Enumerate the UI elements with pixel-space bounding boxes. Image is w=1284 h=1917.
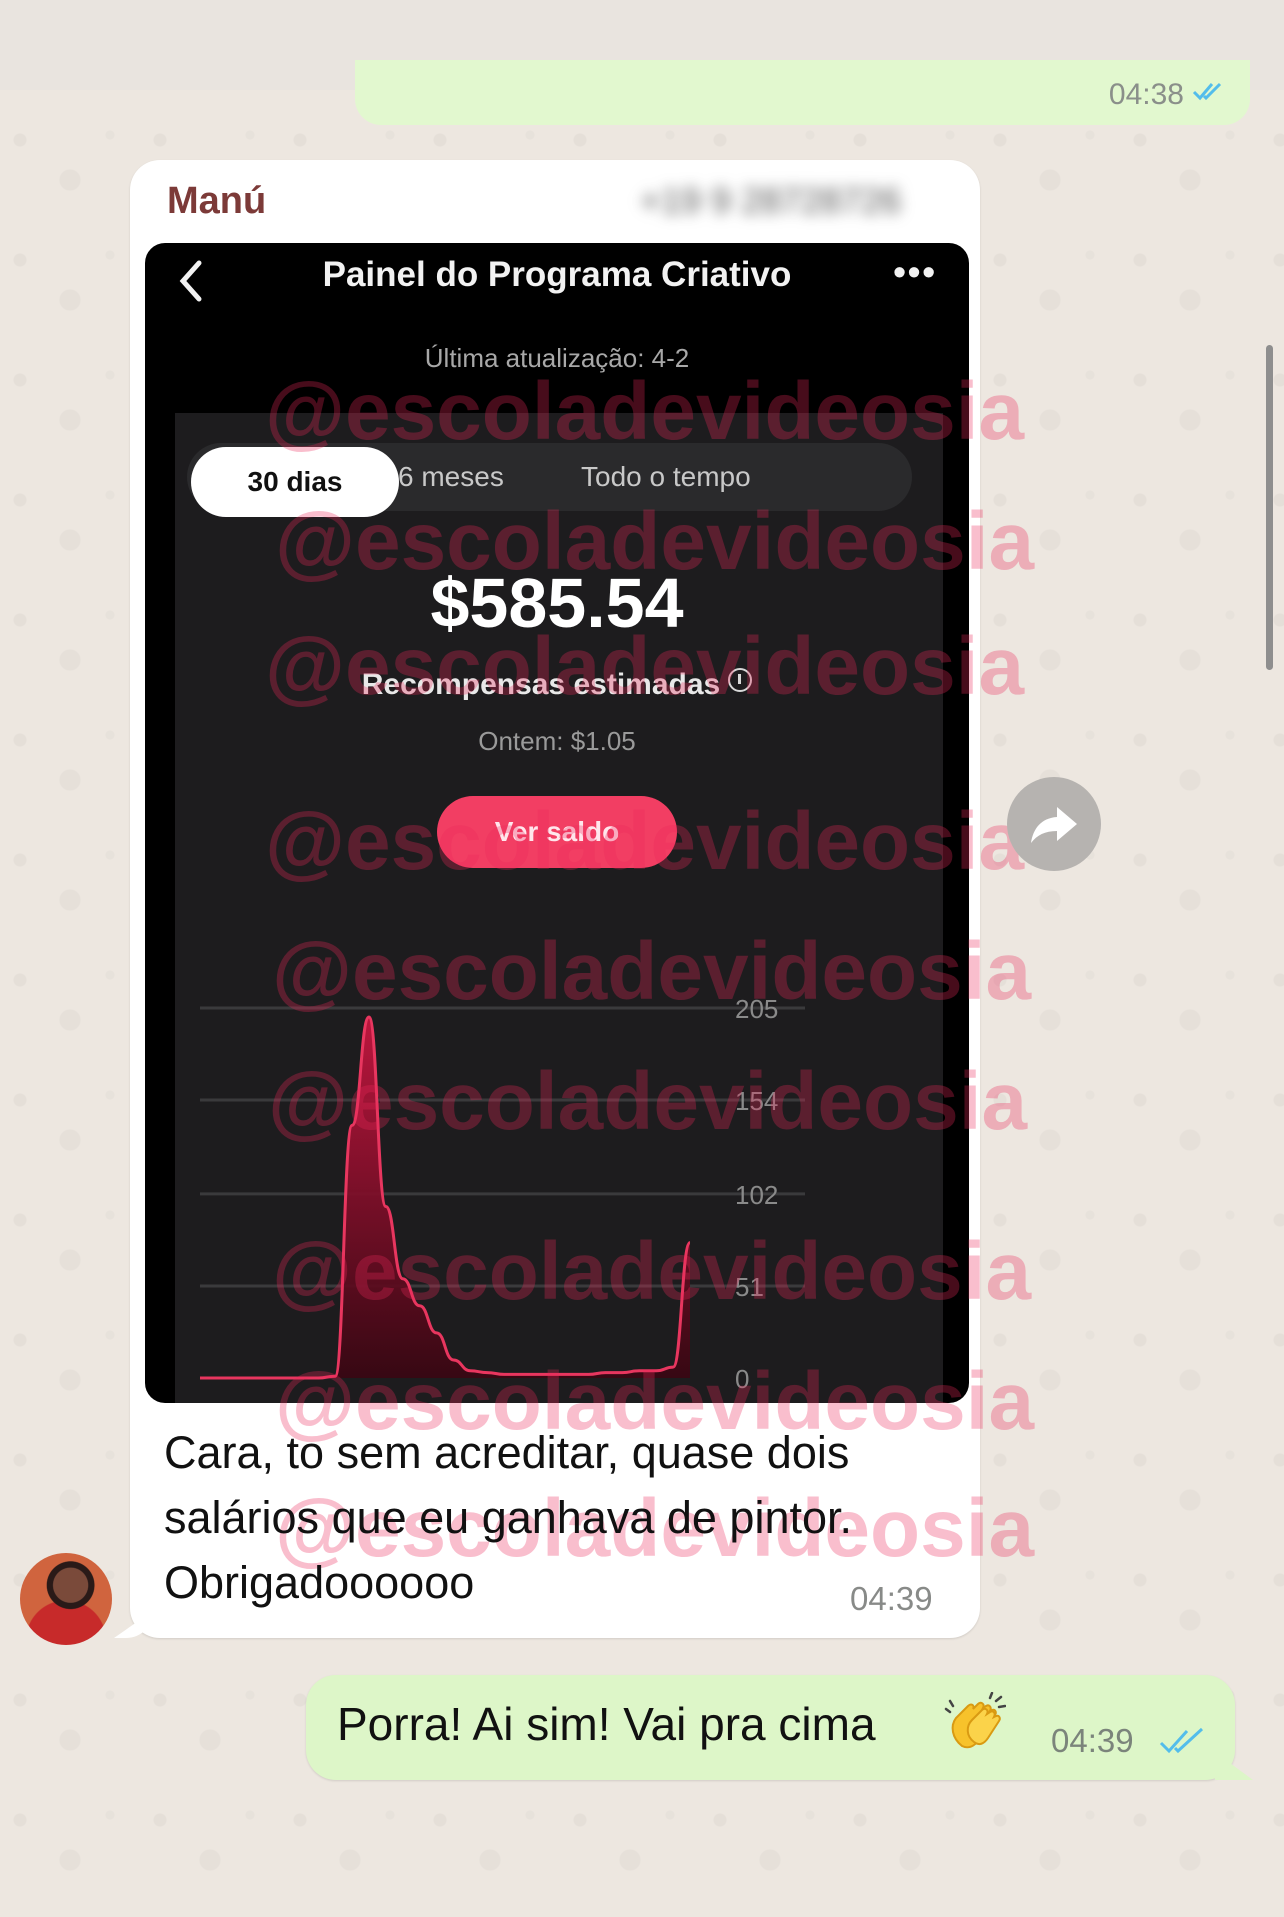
double-check-read-icon (1159, 1727, 1204, 1754)
incoming-message-text: Cara, to sem acreditar, quase dois salár… (164, 1420, 964, 1615)
watermark-text: @escoladevideosia (265, 366, 1025, 457)
watermark-text: @escoladevideosia (265, 621, 1025, 712)
message-line: Cara, to sem acreditar, quase dois (164, 1427, 850, 1478)
incoming-message-time: 04:39 (850, 1580, 933, 1617)
scrollbar[interactable] (1266, 345, 1273, 670)
outgoing-message-text: Porra! Ai sim! Vai pra cima (337, 1698, 876, 1750)
previous-message-time: 04:38 (1108, 78, 1184, 111)
tab-6-meses: 6 meses (398, 461, 504, 492)
forward-button[interactable] (1007, 777, 1101, 871)
outgoing-message-time: 04:39 (1051, 1722, 1134, 1759)
message-line: salários que eu ganhava de pintor. (164, 1492, 853, 1543)
contact-avatar[interactable] (20, 1553, 112, 1645)
message-line: Obrigadoooooo (164, 1557, 475, 1608)
tab-todo-o-tempo: Todo o tempo (581, 461, 751, 492)
watermark-text: @escoladevideosia (272, 926, 1032, 1017)
watermark-text: @escoladevideosia (275, 496, 1035, 587)
forward-arrow-icon (1031, 807, 1077, 843)
watermark-text: @escoladevideosia (272, 1226, 1032, 1317)
clapping-hands-icon (944, 1692, 1006, 1749)
watermark-text: @escoladevideosia (265, 796, 1025, 887)
sender-name[interactable]: Manú (167, 180, 266, 223)
yesterday-earnings: Ontem: $1.05 (478, 726, 636, 756)
more-dots-icon: ••• (893, 251, 937, 292)
watermark-text: @escoladevideosia (268, 1056, 1028, 1147)
sender-phone-blurred: +19 9 28728726 (640, 180, 902, 221)
double-check-read-icon (1192, 82, 1222, 101)
screenshot-title: Painel do Programa Criativo (322, 255, 792, 294)
y-tick-label: 102 (735, 1180, 778, 1210)
